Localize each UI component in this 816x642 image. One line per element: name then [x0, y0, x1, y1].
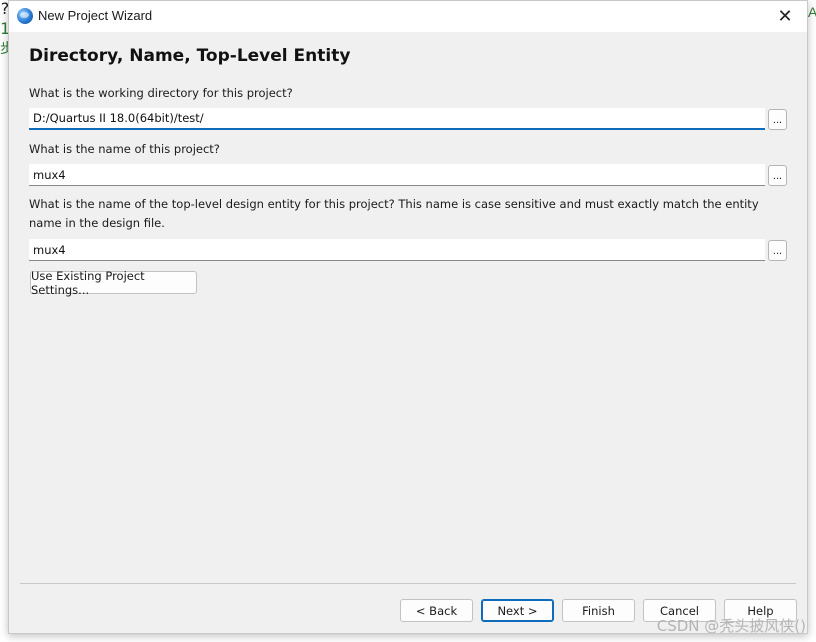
directory-label: What is the working directory for this p…: [29, 86, 293, 100]
close-button[interactable]: ✕: [763, 1, 807, 32]
use-existing-project-settings-button[interactable]: Use Existing Project Settings...: [30, 269, 197, 297]
project-name-browse-button[interactable]: ...: [768, 165, 787, 186]
top-level-entity-browse-button[interactable]: ...: [768, 240, 787, 261]
project-name-input[interactable]: [29, 164, 765, 186]
quartus-app-icon: [17, 8, 33, 24]
finish-button[interactable]: Finish: [562, 599, 635, 622]
footer-separator: [20, 583, 796, 584]
directory-browse-button[interactable]: ...: [768, 109, 787, 130]
top-level-entity-label: What is the name of the top-level design…: [29, 197, 759, 230]
window-title: New Project Wizard: [38, 8, 153, 23]
title-bar: New Project Wizard ✕: [9, 1, 807, 32]
wizard-page: Directory, Name, Top-Level Entity What i…: [9, 32, 807, 633]
back-button[interactable]: < Back: [400, 599, 473, 622]
page-title: Directory, Name, Top-Level Entity: [29, 46, 351, 66]
directory-input[interactable]: [29, 108, 765, 130]
project-name-label: What is the name of this project?: [29, 142, 220, 156]
new-project-wizard-dialog: New Project Wizard ✕ Directory, Name, To…: [8, 0, 808, 634]
watermark: CSDN @秃头披风侠(): [656, 617, 806, 635]
background-window-edge-right: A: [808, 4, 816, 20]
top-level-entity-input[interactable]: [29, 239, 765, 261]
close-icon: ✕: [777, 6, 793, 26]
next-button[interactable]: Next >: [481, 599, 554, 622]
